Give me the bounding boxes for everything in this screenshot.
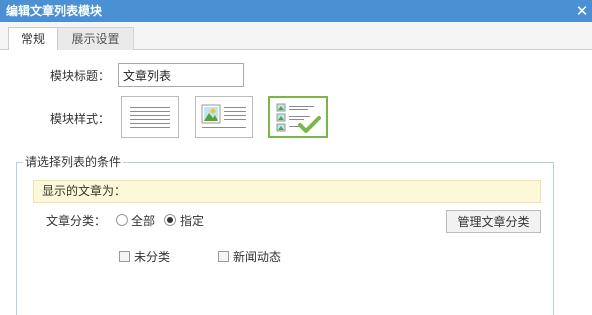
dialog-title: 编辑文章列表模块	[6, 4, 103, 18]
radio-all-label: 全部	[131, 214, 156, 228]
style-option-thumbnail-list[interactable]	[268, 96, 328, 138]
thumbnail-list-icon	[276, 103, 321, 133]
image-text-icon	[201, 104, 246, 128]
checkbox-news-label: 新闻动态	[233, 250, 282, 264]
radio-all[interactable]	[116, 214, 128, 226]
radio-specified-label: 指定	[180, 214, 205, 228]
checkbox-uncategorized-label: 未分类	[134, 250, 171, 264]
display-notice: 显示的文章为：	[33, 180, 541, 203]
style-option-text-list[interactable]	[121, 96, 179, 138]
checkbox-uncategorized[interactable]	[119, 251, 130, 262]
tab-bar: 常规 展示设置	[0, 22, 592, 50]
module-title-label: 模块标题：	[50, 69, 111, 83]
module-title-input[interactable]	[118, 63, 244, 87]
style-option-image-text[interactable]	[195, 96, 253, 138]
close-icon[interactable]: ✕	[574, 2, 590, 20]
checkbox-news[interactable]	[218, 251, 229, 262]
text-list-icon	[130, 107, 170, 128]
conditions-group: 请选择列表的条件	[16, 155, 554, 315]
tab-display-settings[interactable]: 展示设置	[58, 27, 134, 50]
category-label: 文章分类：	[46, 214, 107, 228]
module-style-label: 模块样式：	[50, 112, 111, 126]
conditions-legend: 请选择列表的条件	[25, 155, 122, 169]
radio-specified[interactable]	[164, 214, 176, 226]
tab-general[interactable]: 常规	[8, 27, 58, 50]
manage-categories-button[interactable]: 管理文章分类	[446, 210, 541, 233]
dialog-titlebar: 编辑文章列表模块 ✕	[0, 0, 592, 22]
